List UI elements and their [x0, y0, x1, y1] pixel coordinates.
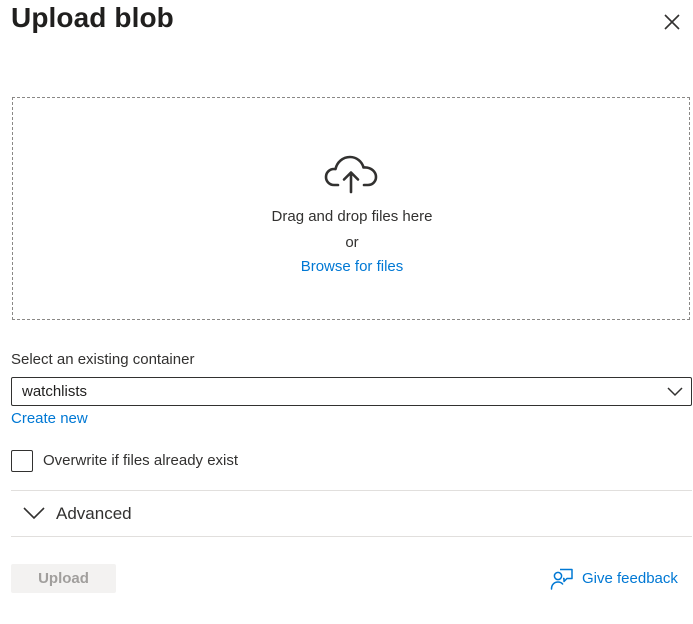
- overwrite-checkbox[interactable]: [11, 450, 33, 472]
- container-select[interactable]: watchlists: [11, 377, 692, 406]
- create-new-link[interactable]: Create new: [11, 410, 88, 427]
- feedback-person-icon: [550, 568, 573, 590]
- container-label: Select an existing container: [11, 351, 195, 368]
- overwrite-checkbox-label[interactable]: Overwrite if files already exist: [43, 452, 238, 469]
- give-feedback-label: Give feedback: [582, 570, 678, 587]
- advanced-section-toggle[interactable]: Advanced: [11, 491, 692, 536]
- close-button[interactable]: [660, 10, 684, 34]
- chevron-down-icon: [667, 387, 683, 397]
- divider: [11, 536, 692, 537]
- chevron-down-icon: [23, 507, 45, 520]
- cloud-upload-icon: [324, 155, 378, 194]
- panel-title: Upload blob: [11, 2, 174, 33]
- advanced-label: Advanced: [56, 504, 132, 523]
- browse-files-link[interactable]: Browse for files: [12, 258, 692, 275]
- drop-instructions: Drag and drop files here: [271, 208, 433, 225]
- drop-or-text: or: [345, 234, 359, 251]
- container-select-value: watchlists: [22, 383, 88, 400]
- upload-button[interactable]: Upload: [11, 564, 116, 593]
- close-icon: [664, 14, 680, 30]
- upload-blob-panel: Upload blob Drag and drop files here or …: [0, 0, 693, 624]
